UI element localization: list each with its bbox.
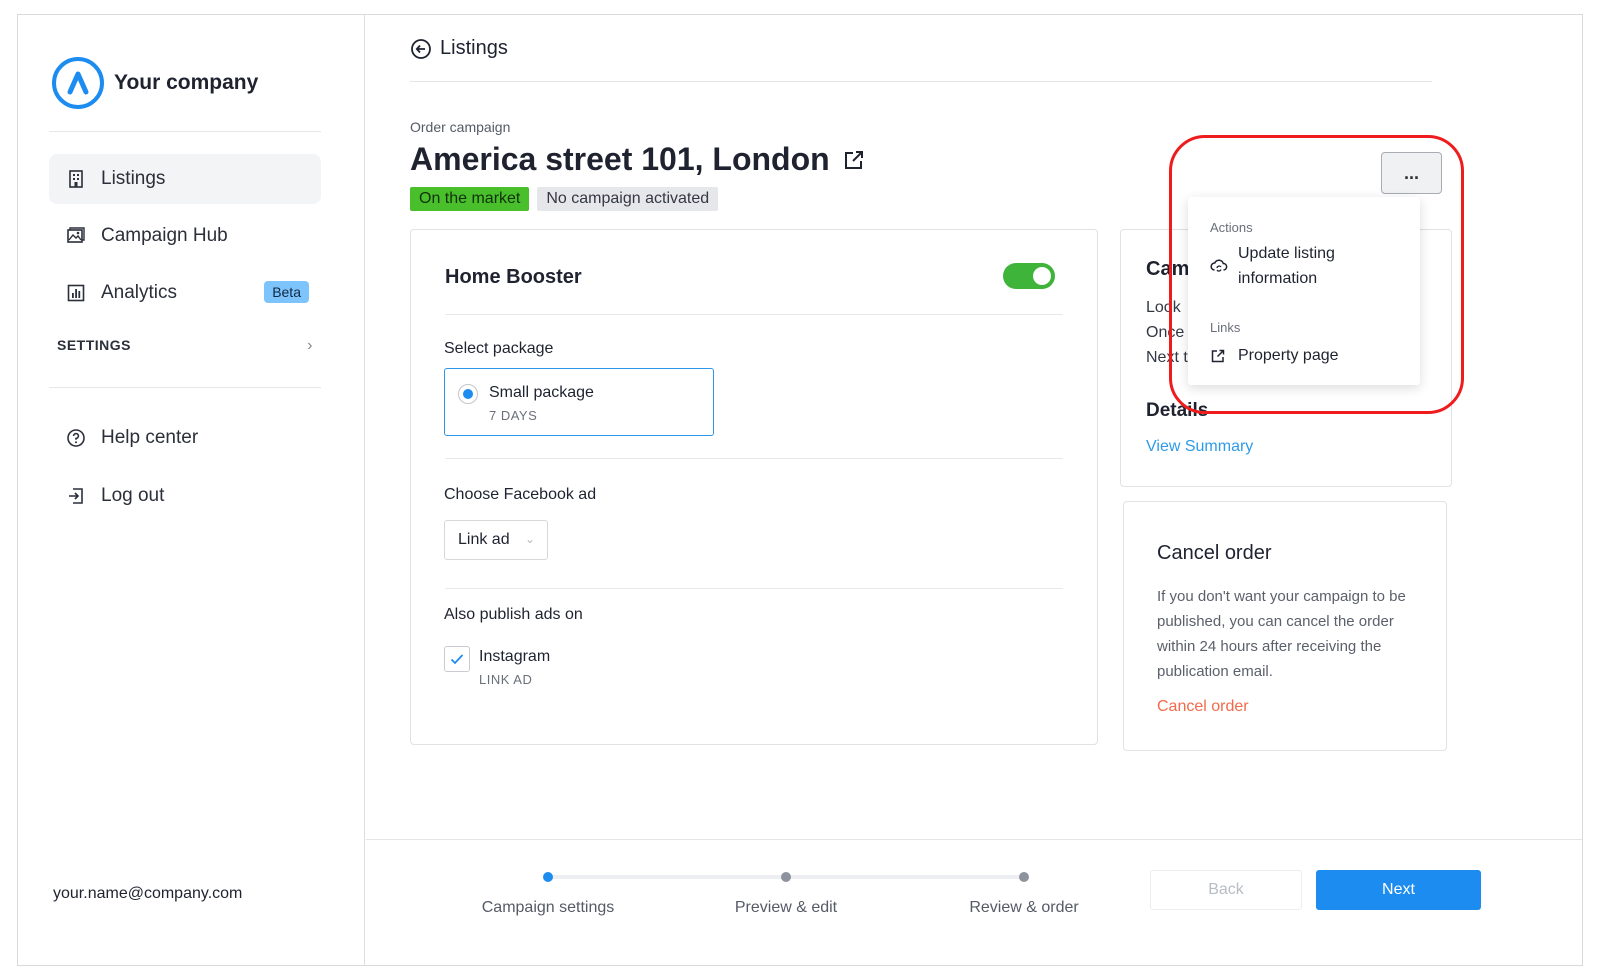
step-dot-campaign-settings[interactable] <box>543 872 553 882</box>
also-publish-label: Also publish ads on <box>444 606 583 623</box>
sidebar-item-label: Listings <box>101 168 166 189</box>
cancel-order-title: Cancel order <box>1157 542 1272 564</box>
sidebar-divider <box>49 131 321 132</box>
settings-section-toggle[interactable]: SETTINGS › <box>57 337 313 355</box>
view-summary-link[interactable]: View Summary <box>1146 438 1253 456</box>
app-window: Your company Listings Campaign Hub Analy… <box>17 14 1583 966</box>
more-actions-button[interactable]: ... <box>1381 152 1442 194</box>
menu-item-update-listing[interactable]: Update listing information <box>1210 241 1335 291</box>
toggle-knob <box>1033 267 1051 285</box>
step-label-review-order: Review & order <box>969 899 1079 916</box>
step-label-campaign-settings: Campaign settings <box>481 899 615 916</box>
sidebar-item-log-out[interactable]: Log out <box>49 471 321 521</box>
select-package-label: Select package <box>444 340 554 357</box>
footer-divider <box>366 839 1582 840</box>
settings-label: SETTINGS <box>57 337 132 353</box>
small-package-option[interactable]: Small package 7 DAYS <box>444 368 714 436</box>
status-badge-market: On the market <box>410 187 530 211</box>
facebook-ad-select[interactable]: Link ad ⌄ <box>444 520 548 560</box>
page-eyebrow: Order campaign <box>410 119 511 135</box>
instagram-checkbox[interactable] <box>444 646 470 672</box>
sidebar-item-help-center[interactable]: Help center <box>49 413 321 463</box>
menu-item-label-line2: information <box>1238 270 1318 287</box>
company-logo-icon <box>52 57 104 109</box>
card-title: Home Booster <box>445 266 582 288</box>
card-divider <box>445 588 1063 589</box>
chevron-right-icon: › <box>307 337 313 354</box>
cancel-order-link[interactable]: Cancel order <box>1157 698 1249 716</box>
home-booster-card: Home Booster Select package Small packag… <box>410 229 1098 745</box>
next-button[interactable]: Next <box>1316 870 1481 910</box>
card-divider <box>445 458 1063 459</box>
campaign-line: Next t <box>1146 349 1188 366</box>
menu-item-label-line1: Update listing <box>1238 245 1335 262</box>
package-name: Small package <box>489 384 594 401</box>
logout-icon <box>65 485 87 507</box>
step-dot-review-order[interactable] <box>1019 872 1029 882</box>
checkmark-icon <box>450 654 464 665</box>
home-booster-toggle[interactable] <box>1003 263 1055 289</box>
sidebar-item-analytics[interactable]: Analytics Beta <box>49 268 321 318</box>
header-divider <box>410 81 1432 82</box>
menu-item-label: Update listing information <box>1238 241 1335 291</box>
arrow-left-circle-icon <box>410 38 432 60</box>
campaign-line: Look <box>1146 299 1181 316</box>
instagram-sublabel: LINK AD <box>479 672 533 687</box>
back-link-label: Listings <box>440 37 508 59</box>
page-title: America street 101, London <box>410 141 866 178</box>
instagram-label: Instagram <box>479 648 551 665</box>
company-name: Your company <box>114 71 259 94</box>
menu-section-links: Links <box>1210 320 1241 335</box>
step-dot-preview-edit[interactable] <box>781 872 791 882</box>
details-title: Details <box>1146 400 1209 421</box>
status-badge-campaign: No campaign activated <box>537 187 719 211</box>
status-badges: On the market No campaign activated <box>410 187 719 211</box>
more-actions-menu: Actions Update listing information Links… <box>1188 197 1420 385</box>
menu-item-label: Property page <box>1238 347 1339 364</box>
sidebar-item-label: Analytics <box>101 282 178 303</box>
campaign-line: Once <box>1146 324 1185 341</box>
external-link-icon <box>1210 343 1230 368</box>
bar-chart-icon <box>65 282 87 304</box>
cloud-sync-icon <box>1210 241 1230 291</box>
help-circle-icon <box>65 427 87 449</box>
campaign-card-title: Cam <box>1146 258 1190 280</box>
facebook-ad-label: Choose Facebook ad <box>444 486 597 503</box>
facebook-ad-value: Link ad <box>458 531 510 548</box>
card-divider <box>445 314 1063 315</box>
sidebar-item-campaign-hub[interactable]: Campaign Hub <box>49 211 321 261</box>
page-title-text: America street 101, London <box>410 141 830 177</box>
external-link-icon[interactable] <box>842 148 866 172</box>
beta-badge: Beta <box>264 281 309 303</box>
sidebar-item-listings[interactable]: Listings <box>49 154 321 204</box>
step-label-preview-edit: Preview & edit <box>734 899 838 916</box>
back-button[interactable]: Back <box>1150 870 1302 910</box>
sidebar-item-label: Help center <box>101 427 199 448</box>
package-duration: 7 DAYS <box>489 408 538 423</box>
main-content: Listings Order campaign America street 1… <box>366 15 1582 965</box>
menu-section-actions: Actions <box>1210 220 1253 235</box>
cancel-order-card: Cancel order If you don't want your camp… <box>1123 501 1447 751</box>
sidebar-divider <box>49 387 321 388</box>
building-icon <box>65 168 87 190</box>
sidebar: Your company Listings Campaign Hub Analy… <box>18 15 365 965</box>
sidebar-item-label: Log out <box>101 485 165 506</box>
back-to-listings-link[interactable]: Listings <box>410 37 508 60</box>
menu-item-property-page[interactable]: Property page <box>1210 343 1339 368</box>
image-gallery-icon <box>65 225 87 247</box>
cancel-order-description: If you don't want your campaign to be pu… <box>1157 588 1406 680</box>
sidebar-item-label: Campaign Hub <box>101 225 228 246</box>
package-radio[interactable] <box>458 384 478 404</box>
user-email: your.name@company.com <box>53 885 243 902</box>
brand[interactable]: Your company <box>52 57 258 109</box>
chevron-down-icon: ⌄ <box>524 532 535 546</box>
